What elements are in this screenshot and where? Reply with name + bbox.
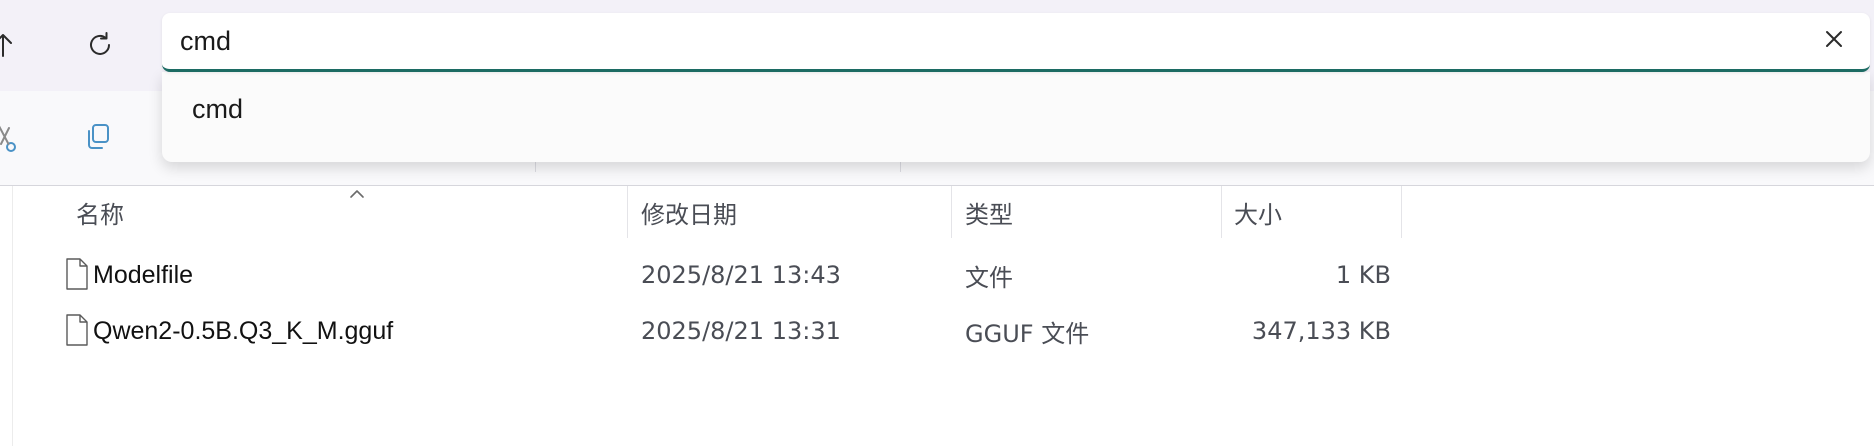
file-type: GGUF 文件: [965, 319, 1090, 348]
scissors-icon: [0, 120, 23, 159]
clear-button[interactable]: [1816, 23, 1852, 59]
arrow-up-icon: [0, 30, 18, 60]
column-header-modified[interactable]: 修改日期: [641, 186, 961, 238]
column-header-label: 修改日期: [641, 200, 737, 229]
suggestion-item[interactable]: cmd: [172, 80, 1860, 138]
column-divider[interactable]: [1221, 186, 1222, 238]
file-row[interactable]: Modelfile 2025/8/21 13:43 文件 1 KB: [53, 249, 1393, 301]
cut-button[interactable]: [0, 111, 34, 167]
column-header-label: 类型: [965, 200, 1013, 229]
suggestions-dropdown: cmd: [162, 72, 1870, 162]
refresh-button[interactable]: [73, 18, 127, 72]
address-input[interactable]: [180, 23, 1740, 59]
copy-icon: [81, 120, 115, 159]
file-list: 名称 修改日期 类型 大小 Modelfile 2025/8/21 13:43 …: [12, 186, 1874, 446]
column-divider[interactable]: [951, 186, 952, 238]
file-explorer-window: cmd 名称 修改日期 类型 大小: [0, 0, 1874, 446]
column-divider[interactable]: [1401, 186, 1402, 238]
file-size: 1 KB: [1335, 261, 1391, 289]
file-type: 文件: [965, 263, 1013, 292]
column-divider[interactable]: [627, 186, 628, 238]
up-button[interactable]: [0, 18, 30, 72]
column-header-label: 大小: [1234, 200, 1282, 229]
copy-button[interactable]: [70, 111, 126, 167]
column-header-type[interactable]: 类型: [965, 186, 1225, 238]
file-icon: [65, 258, 89, 295]
file-modified-date: 2025/8/21 13:31: [641, 317, 841, 345]
file-size: 347,133 KB: [1251, 317, 1391, 345]
close-icon: [1823, 28, 1845, 55]
column-header-size[interactable]: 大小: [1234, 186, 1404, 238]
column-header-label: 名称: [76, 200, 124, 229]
file-icon: [65, 314, 89, 351]
file-modified-date: 2025/8/21 13:43: [641, 261, 841, 289]
address-bar[interactable]: [162, 13, 1870, 72]
file-row[interactable]: Qwen2-0.5B.Q3_K_M.gguf 2025/8/21 13:31 G…: [53, 305, 1393, 357]
suggestion-label: cmd: [192, 93, 244, 124]
file-name: Modelfile: [93, 260, 194, 289]
file-name: Qwen2-0.5B.Q3_K_M.gguf: [93, 316, 394, 345]
column-header-name[interactable]: 名称: [76, 186, 636, 238]
refresh-icon: [85, 30, 115, 60]
